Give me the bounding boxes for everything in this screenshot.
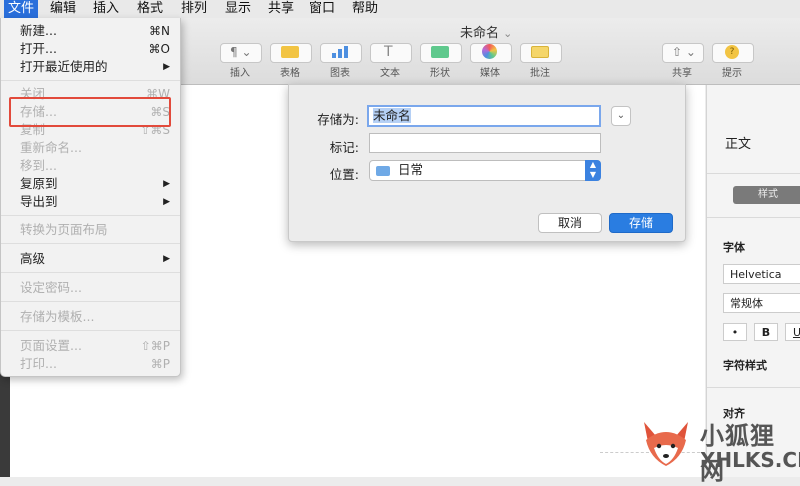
bold-button[interactable]: B: [754, 323, 778, 341]
paragraph-icon: ¶ ⌄: [230, 45, 252, 59]
menu-share[interactable]: 共享: [264, 0, 298, 18]
window-title[interactable]: 未命名 ⌄: [460, 22, 512, 41]
media-icon: [482, 44, 497, 59]
chart-label: 图表: [330, 68, 350, 79]
font-family-select[interactable]: Helvetica: [723, 264, 800, 284]
save-highlight-annotation: [9, 97, 171, 127]
menu-item-open[interactable]: 打开... ⌘O: [1, 40, 180, 58]
menu-separator: [1, 330, 180, 331]
tips-icon: ?: [725, 45, 739, 59]
comment-label: 批注: [530, 68, 550, 79]
menu-window[interactable]: 窗口: [305, 0, 339, 18]
menu-item-rename[interactable]: 重新命名...: [1, 139, 180, 157]
menu-item-set-password[interactable]: 设定密码...: [1, 279, 180, 297]
location-select[interactable]: 日常: [369, 160, 601, 181]
underline-button[interactable]: U: [785, 323, 800, 341]
updown-chevron-icon[interactable]: ▲ ▼: [585, 160, 601, 181]
tab-style[interactable]: 样式: [733, 186, 800, 204]
menu-format[interactable]: 格式: [133, 0, 167, 18]
comment-icon: [531, 46, 549, 58]
menu-item-advanced[interactable]: 高级 ▶: [1, 250, 180, 268]
font-style-select[interactable]: 常规体: [723, 293, 800, 313]
menu-insert[interactable]: 插入: [89, 0, 123, 18]
chart-icon: [331, 46, 349, 58]
submenu-arrow-icon: ▶: [163, 254, 170, 264]
menu-item-revert-to[interactable]: 复原到 ▶: [1, 175, 180, 193]
menu-arrange[interactable]: 排列: [177, 0, 211, 18]
menu-item-move-to[interactable]: 移到...: [1, 157, 180, 175]
cancel-button[interactable]: 取消: [538, 213, 602, 233]
insert-label: 插入: [230, 68, 250, 79]
save-as-label: 存储为:: [317, 112, 359, 127]
menu-separator: [1, 301, 180, 302]
save-as-input[interactable]: 未命名: [367, 105, 601, 127]
shape-label: 形状: [430, 68, 450, 79]
menu-item-save-template[interactable]: 存储为模板...: [1, 308, 180, 326]
location-label: 位置:: [329, 167, 359, 182]
table-icon: [281, 46, 299, 58]
expand-dialog-button[interactable]: ⌄: [611, 106, 631, 126]
paragraph-style[interactable]: 正文: [725, 133, 751, 152]
submenu-arrow-icon: ▶: [163, 179, 170, 189]
menu-item-new[interactable]: 新建... ⌘N: [1, 22, 180, 40]
shape-icon: [431, 46, 449, 58]
menu-item-export-to[interactable]: 导出到 ▶: [1, 193, 180, 211]
save-button[interactable]: 存储: [609, 213, 673, 233]
menu-item-page-setup[interactable]: 页面设置... ⇧⌘P: [1, 337, 180, 355]
share-button[interactable]: ⇧ ⌄: [662, 43, 704, 63]
tags-label: 标记:: [329, 140, 359, 155]
menu-help[interactable]: 帮助: [348, 0, 382, 18]
menu-view[interactable]: 显示: [221, 0, 255, 18]
font-label: 字体: [723, 241, 745, 254]
share-icon: ⇧ ⌄: [672, 45, 696, 59]
menu-edit[interactable]: 编辑: [46, 0, 80, 18]
file-menu: 新建... ⌘N 打开... ⌘O 打开最近使用的 ▶ 关闭 ⌘W 存储... …: [0, 18, 181, 377]
menu-separator: [1, 215, 180, 216]
save-dialog: 存储为: 未命名 ⌄ 标记: 位置: 日常 ▲ ▼ 取消 存储: [288, 84, 686, 242]
tags-input[interactable]: [369, 133, 601, 153]
char-style-label: 字符样式: [723, 359, 767, 372]
menu-file[interactable]: 文件: [4, 0, 39, 18]
text-icon: T: [384, 44, 393, 60]
watermark-en: XHLKS.CN: [700, 448, 800, 472]
menu-item-print[interactable]: 打印... ⌘P: [1, 355, 180, 373]
menu-separator: [1, 80, 180, 81]
watermark: 小狐狸网 XHLKS.CN: [636, 410, 800, 485]
text-button[interactable]: T: [370, 43, 412, 63]
character-options-button[interactable]: •: [723, 323, 747, 341]
table-label: 表格: [280, 68, 300, 79]
submenu-arrow-icon: ▶: [163, 197, 170, 207]
window-title-text: 未命名: [460, 26, 500, 41]
menu-separator: [1, 243, 180, 244]
folder-icon: [376, 165, 390, 176]
submenu-arrow-icon: ▶: [163, 62, 170, 72]
text-label: 文本: [380, 68, 400, 79]
media-label: 媒体: [480, 68, 500, 79]
share-label: 共享: [672, 68, 692, 79]
menu-separator: [1, 272, 180, 273]
menu-bar: 文件 编辑 插入 格式 排列 显示 共享 窗口 帮助: [0, 0, 800, 19]
menu-item-convert-layout[interactable]: 转换为页面布局: [1, 221, 180, 239]
fox-logo-icon: [644, 422, 688, 466]
menu-item-open-recent[interactable]: 打开最近使用的 ▶: [1, 58, 180, 76]
chevron-down-icon: ⌄: [503, 27, 513, 40]
insert-button[interactable]: ¶ ⌄: [220, 43, 262, 63]
chevron-down-icon: ⌄: [616, 110, 626, 121]
tips-label: 提示: [722, 68, 742, 79]
